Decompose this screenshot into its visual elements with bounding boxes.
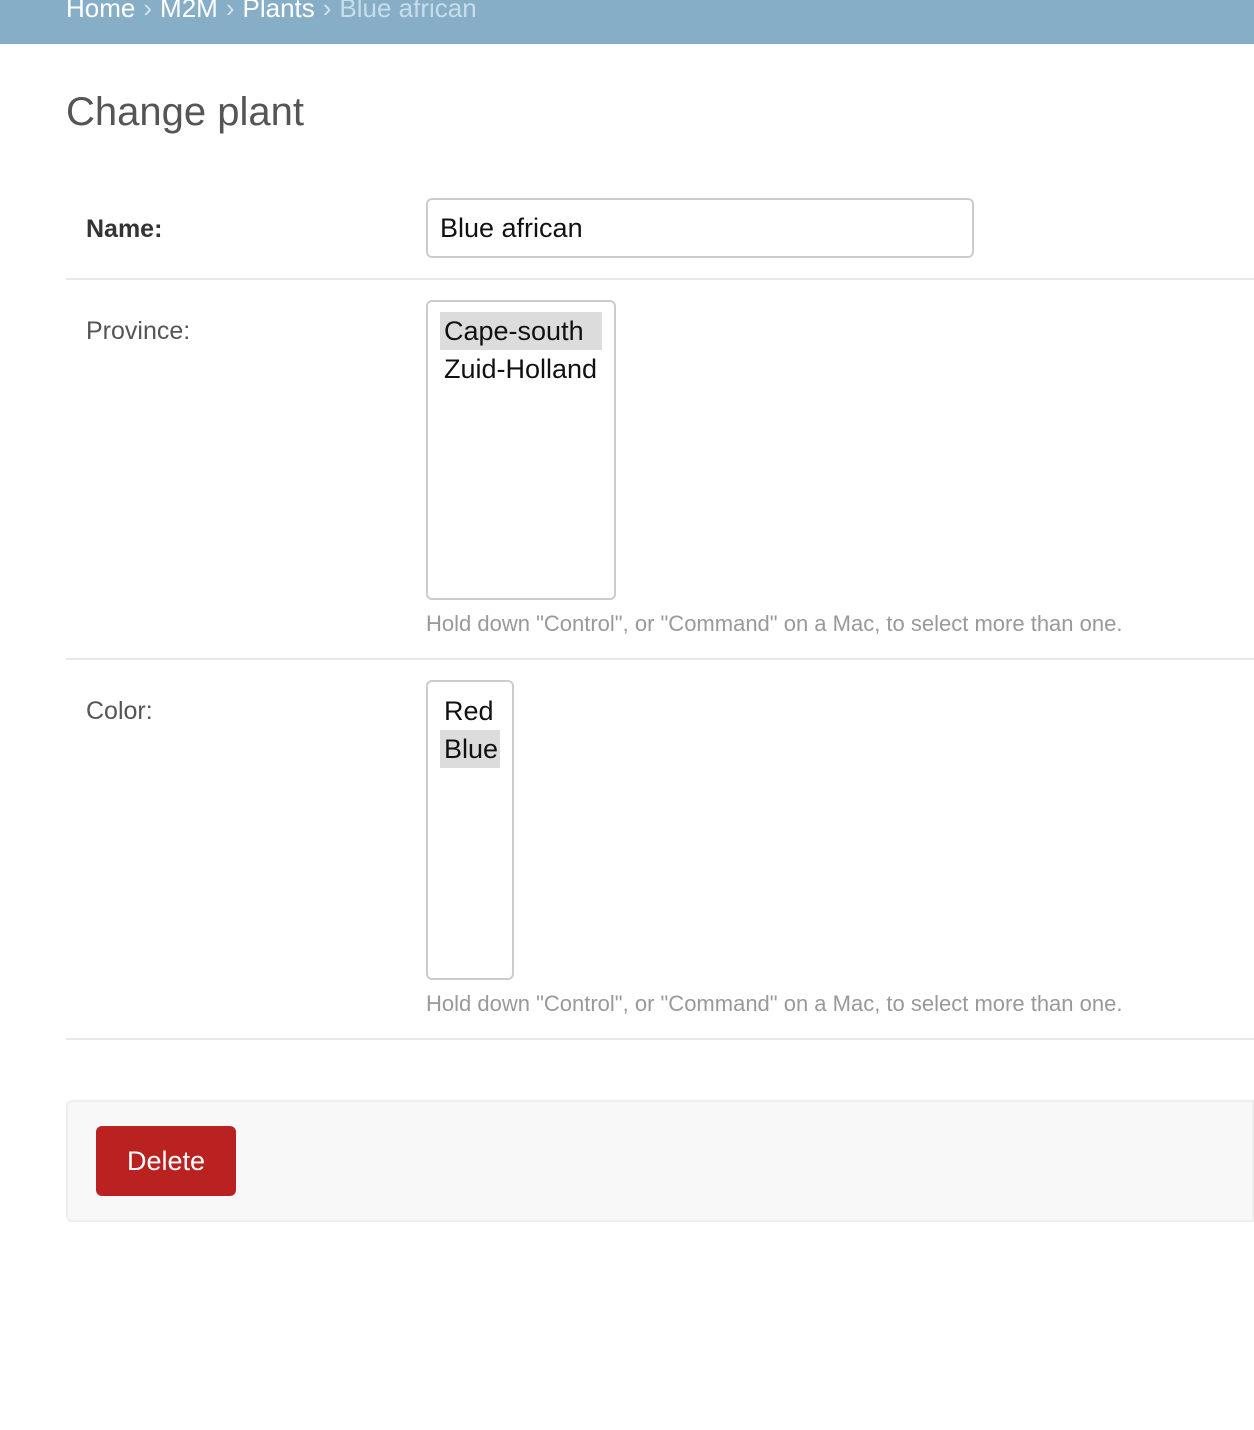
breadcrumbs-bar: Home › M2M › Plants › Blue african [0, 0, 1254, 44]
breadcrumb-home-link[interactable]: Home [66, 0, 135, 23]
page-title: Change plant [66, 90, 304, 134]
name-input[interactable] [426, 198, 974, 258]
color-option-red[interactable]: Red [440, 692, 500, 730]
form-row-name: Name: [66, 180, 1254, 280]
color-help-text: Hold down "Control", or "Command" on a M… [426, 991, 1123, 1016]
province-label: Province: [86, 317, 191, 345]
color-multiselect[interactable]: Red Blue [426, 680, 514, 980]
form-row-province: Province: Cape-south Zuid-Holland Hold d… [66, 280, 1254, 660]
province-multiselect[interactable]: Cape-south Zuid-Holland [426, 300, 616, 600]
color-option-blue[interactable]: Blue [440, 730, 500, 768]
delete-button[interactable]: Delete [96, 1126, 236, 1196]
submit-row: Delete [66, 1100, 1254, 1222]
breadcrumb: Home › M2M › Plants › Blue african [66, 0, 477, 28]
province-help-text: Hold down "Control", or "Command" on a M… [426, 611, 1123, 636]
breadcrumb-app-link[interactable]: M2M [160, 0, 218, 23]
breadcrumb-separator: › [143, 0, 153, 23]
breadcrumb-model-link[interactable]: Plants [242, 0, 314, 23]
breadcrumb-separator: › [322, 0, 332, 23]
name-label: Name: [86, 215, 163, 243]
province-option-zuid-holland[interactable]: Zuid-Holland [440, 350, 602, 388]
color-label: Color: [86, 697, 153, 725]
breadcrumb-separator: › [225, 0, 235, 23]
breadcrumb-current: Blue african [339, 0, 477, 23]
form-row-color: Color: Red Blue Hold down "Control", or … [66, 660, 1254, 1040]
province-option-cape-south[interactable]: Cape-south [440, 312, 602, 350]
